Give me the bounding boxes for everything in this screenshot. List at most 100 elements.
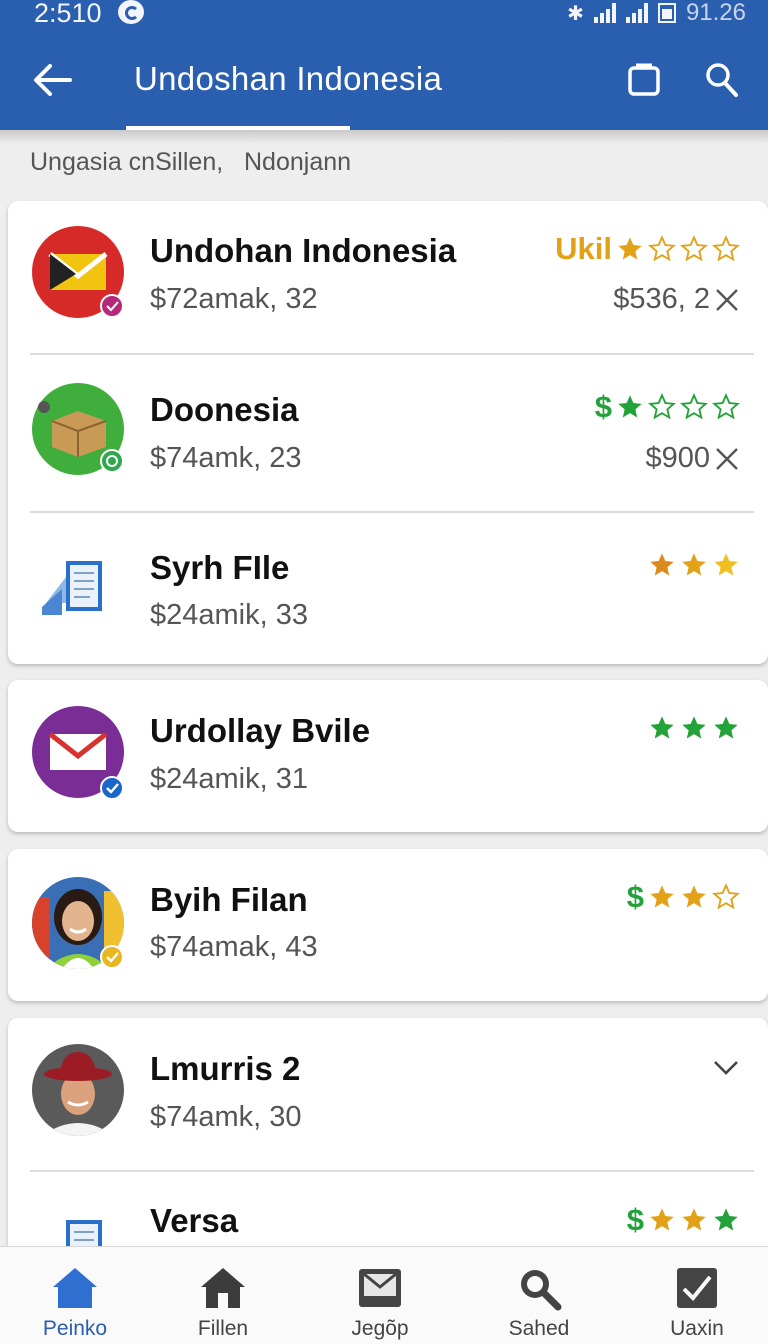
signal-icon-2 bbox=[625, 3, 648, 23]
nav-item-peinko[interactable]: Peinko bbox=[0, 1247, 150, 1344]
nav-item-jegop[interactable]: Jegõp bbox=[305, 1247, 455, 1344]
nav-label: Peinko bbox=[42, 1317, 108, 1340]
star-empty-icon bbox=[648, 393, 676, 420]
home-icon bbox=[53, 1268, 97, 1308]
star-empty-icon bbox=[680, 393, 708, 420]
item-rating: $ bbox=[627, 1202, 740, 1238]
item-subtitle: $24amik, 33 bbox=[150, 599, 308, 631]
green-box-icon bbox=[32, 383, 124, 475]
item-right-label: $ bbox=[594, 389, 612, 424]
list-card: Undohan Indonesia $72amak, 32 Ukil $536,… bbox=[8, 201, 768, 664]
nav-item-fillen[interactable]: Fillen bbox=[148, 1247, 298, 1344]
item-right-label: $ bbox=[626, 1202, 644, 1237]
man-hat-photo-avatar bbox=[32, 1044, 124, 1136]
list-item[interactable]: Lmurris 2 $74amk, 30 bbox=[8, 1018, 768, 1174]
item-title: Lmurris 2 bbox=[150, 1050, 301, 1087]
item-price: $536, 2 bbox=[613, 283, 740, 316]
item-right-label: Ukil bbox=[555, 231, 612, 266]
star-empty-icon bbox=[712, 883, 740, 910]
bluetooth-icon: ✱ bbox=[567, 2, 584, 25]
item-title: Undohan Indonesia bbox=[150, 232, 457, 269]
bottom-nav: Peinko Fillen Jegõp Sahed Uaxin bbox=[0, 1246, 768, 1344]
item-right-label: $ bbox=[626, 879, 644, 914]
app-bar: Undoshan Indonesia bbox=[0, 30, 768, 130]
star-filled-icon bbox=[714, 1208, 738, 1231]
sync-icon bbox=[118, 0, 144, 24]
star-filled-icon bbox=[618, 395, 642, 418]
star-filled-icon bbox=[650, 1208, 674, 1231]
chevron-down-icon[interactable] bbox=[712, 1058, 740, 1078]
close-icon[interactable] bbox=[714, 446, 740, 472]
star-filled-icon bbox=[650, 553, 674, 576]
list-item[interactable]: Undohan Indonesia $72amak, 32 Ukil $536,… bbox=[8, 201, 768, 357]
square-icon[interactable] bbox=[626, 62, 662, 98]
item-rating bbox=[648, 551, 740, 579]
star-empty-icon bbox=[648, 235, 676, 262]
signal-icon bbox=[593, 3, 616, 23]
list-item[interactable]: Syrh FIle $24amik, 33 bbox=[8, 513, 768, 669]
app-bar-shadow bbox=[0, 130, 768, 144]
nav-item-sahed[interactable]: Sahed bbox=[464, 1247, 614, 1344]
red-envelope-icon bbox=[32, 226, 124, 318]
list-item[interactable]: Byih FiIan $74amak, 43 $ bbox=[8, 849, 768, 1005]
search-icon[interactable] bbox=[704, 60, 740, 100]
item-rating: $ bbox=[595, 389, 740, 425]
star-filled-icon bbox=[682, 716, 706, 739]
status-indicators: ✱ 91.26 bbox=[567, 0, 746, 26]
item-subtitle: $74amk, 30 bbox=[150, 1101, 302, 1133]
star-filled-icon bbox=[714, 716, 738, 739]
item-rating: Ukil bbox=[555, 231, 740, 267]
list-item[interactable]: Urdollay Bvile $24amik, 31 bbox=[8, 680, 768, 836]
list-item[interactable]: Versa $ bbox=[8, 1174, 768, 1254]
status-bar: 2:510 ✱ 91.26 bbox=[0, 0, 768, 30]
item-price-text: $900 bbox=[645, 442, 710, 474]
star-filled-icon bbox=[714, 553, 738, 576]
nav-label: Sahed bbox=[508, 1317, 570, 1340]
blue-document-icon bbox=[32, 541, 124, 633]
list-item[interactable]: Doonesia $74amk, 23 $ $900 bbox=[8, 357, 768, 513]
item-subtitle: $24amik, 31 bbox=[150, 763, 308, 795]
close-icon[interactable] bbox=[714, 287, 740, 313]
page-title: Undoshan Indonesia bbox=[134, 60, 443, 97]
item-title: Doonesia bbox=[150, 391, 299, 428]
list-card: Urdollay Bvile $24amik, 31 bbox=[8, 680, 768, 832]
divider bbox=[30, 353, 754, 355]
item-price-text: $536, 2 bbox=[613, 283, 710, 315]
status-time: 2:510 bbox=[34, 0, 102, 28]
star-empty-icon bbox=[712, 393, 740, 420]
home-icon bbox=[201, 1268, 245, 1308]
item-title: Versa bbox=[150, 1202, 239, 1239]
item-title: Syrh FIle bbox=[150, 549, 290, 586]
battery-text: 91.26 bbox=[685, 0, 746, 26]
checkbox-icon bbox=[677, 1268, 717, 1308]
back-arrow-icon[interactable] bbox=[30, 58, 76, 102]
item-rating: $ bbox=[627, 879, 740, 915]
mail-tray-icon bbox=[359, 1269, 401, 1307]
star-filled-icon bbox=[650, 885, 674, 908]
list-card: Lmurris 2 $74amk, 30 Versa $ bbox=[8, 1018, 768, 1254]
search-icon bbox=[521, 1270, 562, 1311]
nav-label: Uaxin bbox=[670, 1317, 724, 1340]
item-title: Urdollay Bvile bbox=[150, 712, 371, 749]
woman-photo-avatar bbox=[32, 877, 124, 969]
item-title: Byih FiIan bbox=[150, 881, 308, 918]
star-empty-icon bbox=[712, 235, 740, 262]
battery-icon bbox=[657, 3, 676, 23]
list-card: Byih FiIan $74amak, 43 $ bbox=[8, 849, 768, 1001]
star-filled-icon bbox=[650, 716, 674, 739]
breadcrumb: Ungasia cnSillen, Ndonjann bbox=[30, 148, 352, 176]
item-subtitle: $72amak, 32 bbox=[150, 283, 318, 315]
divider bbox=[30, 1170, 754, 1172]
item-price: $900 bbox=[645, 442, 740, 475]
nav-item-uaxin[interactable]: Uaxin bbox=[622, 1247, 768, 1344]
purple-envelope-icon bbox=[32, 706, 124, 798]
item-subtitle: $74amak, 43 bbox=[150, 931, 318, 963]
star-filled-icon bbox=[682, 885, 706, 908]
nav-label: Jegõp bbox=[351, 1317, 409, 1340]
star-filled-icon bbox=[682, 1208, 706, 1231]
item-subtitle: $74amk, 23 bbox=[150, 442, 302, 474]
star-filled-icon bbox=[618, 237, 642, 260]
star-filled-icon bbox=[682, 553, 706, 576]
star-empty-icon bbox=[680, 235, 708, 262]
item-rating bbox=[648, 714, 740, 742]
